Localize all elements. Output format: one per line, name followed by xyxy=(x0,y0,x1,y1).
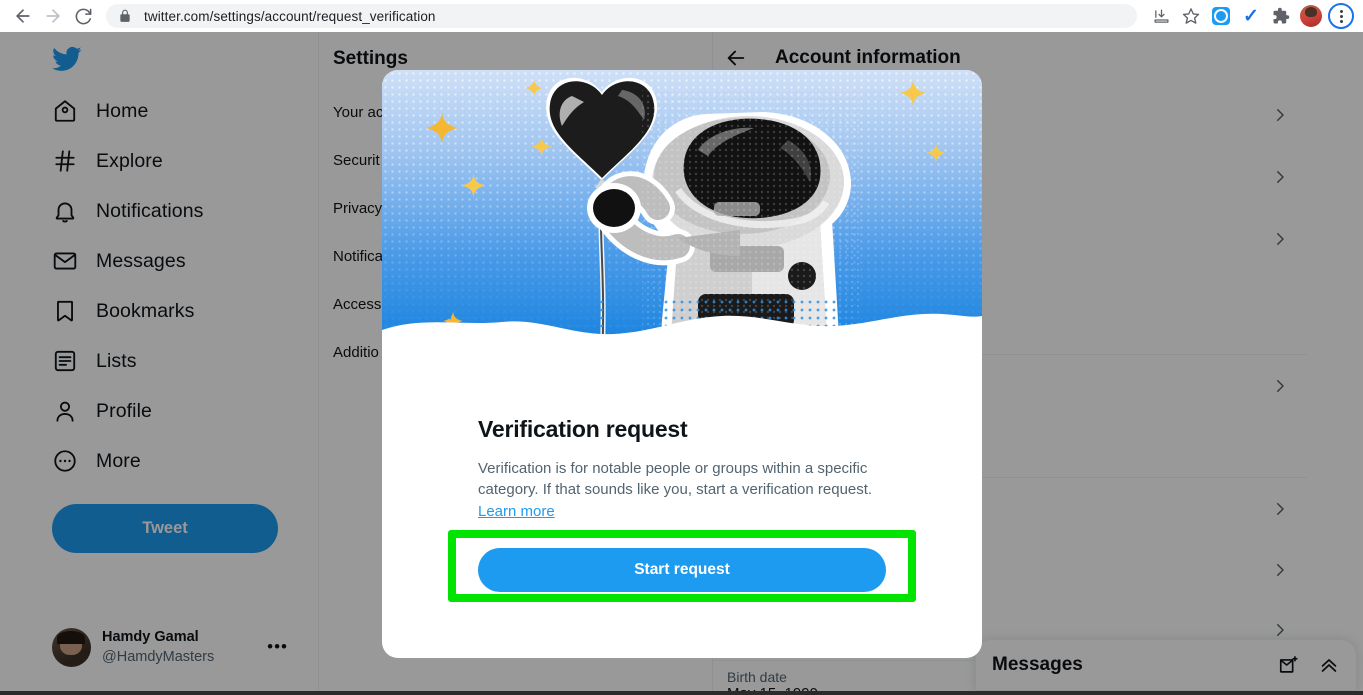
sparkle-icon xyxy=(926,143,946,163)
browser-forward-button[interactable] xyxy=(38,1,68,31)
sparkle-icon xyxy=(461,173,486,198)
bookmark-star-icon[interactable] xyxy=(1177,2,1205,30)
lock-icon xyxy=(120,9,130,22)
dialog-description: Verification is for notable people or gr… xyxy=(478,458,886,522)
install-icon[interactable] xyxy=(1147,2,1175,30)
puzzle-extension-icon[interactable] xyxy=(1267,2,1295,30)
profile-avatar-icon[interactable] xyxy=(1297,2,1325,30)
chrome-menu-icon[interactable] xyxy=(1327,2,1355,30)
url-text: twitter.com/settings/account/request_ver… xyxy=(144,8,436,24)
sparkle-icon xyxy=(426,112,458,144)
browser-tool-icons: ✓ xyxy=(1147,2,1363,30)
taskbar xyxy=(0,691,1363,695)
astronaut-with-heart-balloon-illustration xyxy=(382,70,982,368)
dialog-title: Verification request xyxy=(478,416,688,442)
browser-toolbar: twitter.com/settings/account/request_ver… xyxy=(0,0,1363,32)
checkmark-icon[interactable]: ✓ xyxy=(1237,2,1265,30)
cta-container: Start request xyxy=(448,529,916,602)
browser-back-button[interactable] xyxy=(8,1,38,31)
dialog-body: Verification request Verification is for… xyxy=(382,368,982,602)
verification-request-dialog: Verification request Verification is for… xyxy=(382,70,982,658)
learn-more-link[interactable]: Learn more xyxy=(478,501,886,522)
address-bar[interactable]: twitter.com/settings/account/request_ver… xyxy=(106,4,1137,28)
start-request-button[interactable]: Start request xyxy=(478,547,886,592)
extension-blue-icon[interactable] xyxy=(1207,2,1235,30)
snow-edge xyxy=(382,313,982,368)
browser-reload-button[interactable] xyxy=(68,1,98,31)
dialog-description-text: Verification is for notable people or gr… xyxy=(478,460,873,499)
